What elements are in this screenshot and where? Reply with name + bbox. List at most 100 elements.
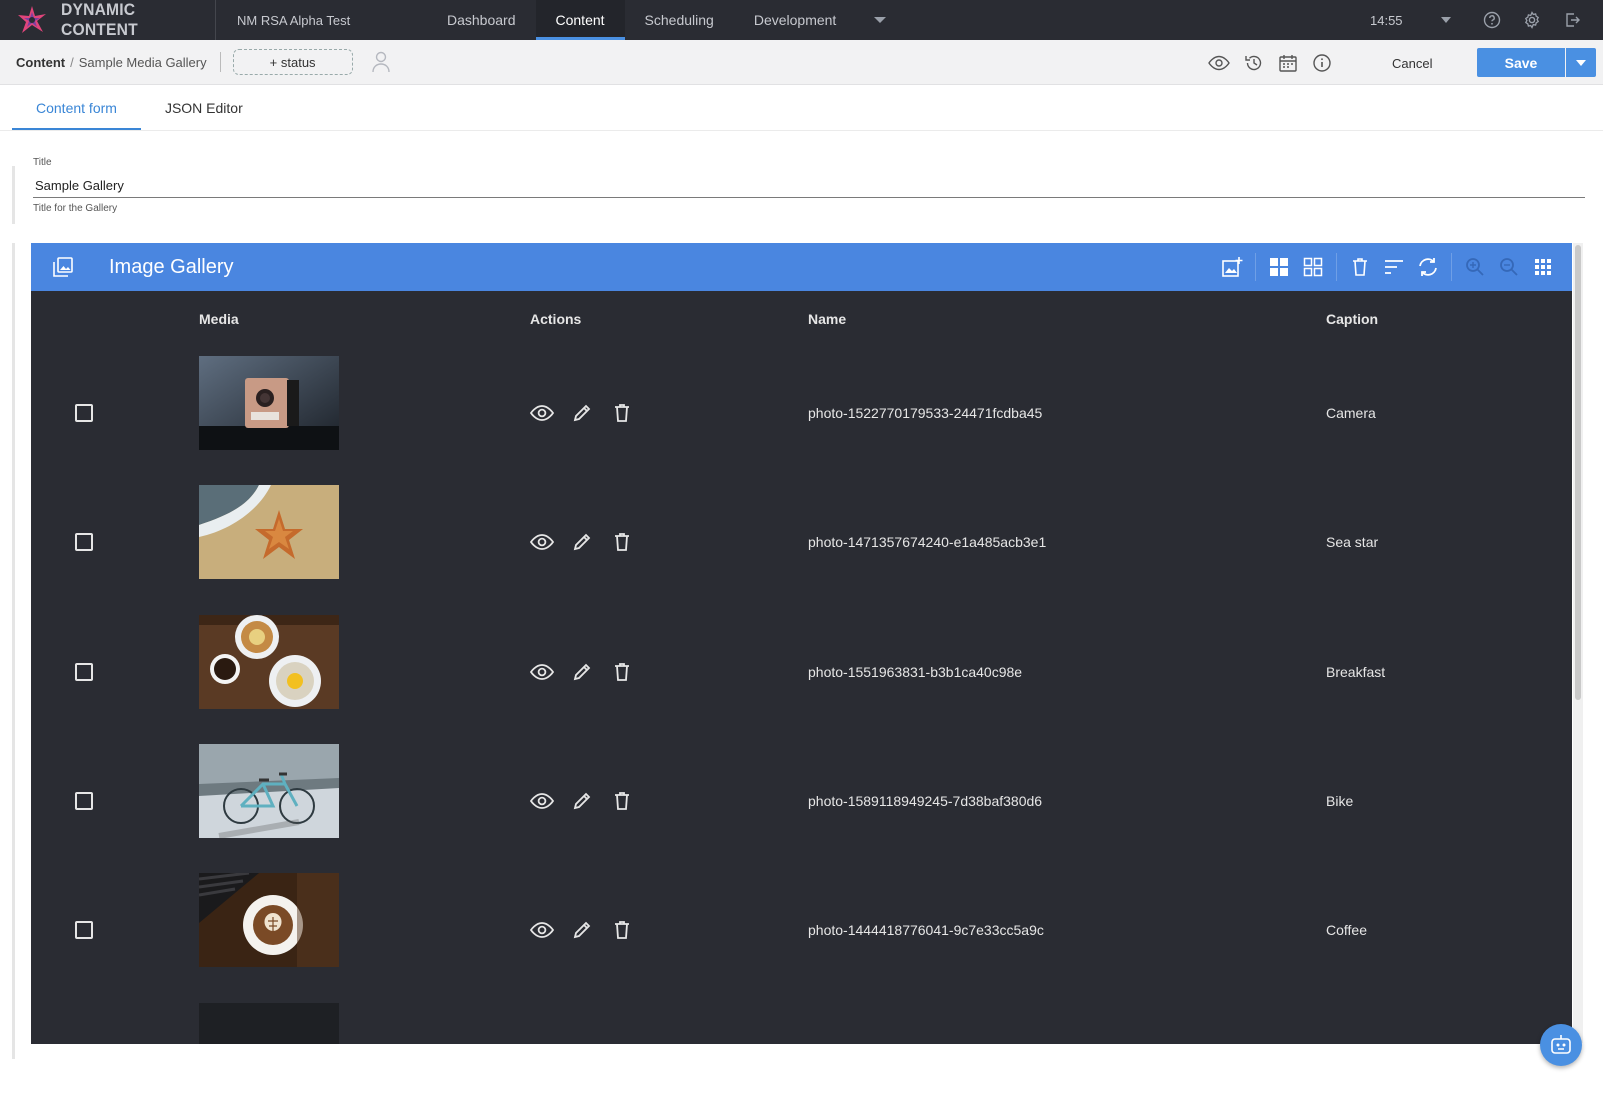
info-icon[interactable] — [1312, 53, 1332, 73]
zoom-in-icon[interactable] — [1458, 243, 1492, 291]
clock-dropdown[interactable]: 14:55 — [1370, 0, 1451, 40]
breadcrumb-root[interactable]: Content — [16, 55, 65, 70]
row-actions — [530, 918, 634, 942]
small-grid-icon[interactable] — [1296, 243, 1330, 291]
app-logo[interactable]: DYNAMIC CONTENT — [0, 0, 216, 40]
row-actions — [530, 660, 634, 684]
row-actions — [530, 530, 634, 554]
media-name: photo-1444418776041-9c7e33cc5a9c — [808, 922, 1044, 939]
row-actions — [530, 789, 634, 813]
media-thumbnail[interactable] — [199, 356, 339, 450]
table-row: photo-1589118949245-7d38baf380d6 Bike — [31, 737, 1572, 869]
trash-icon[interactable] — [610, 789, 634, 813]
pencil-icon[interactable] — [570, 401, 594, 425]
divider — [219, 52, 221, 72]
cancel-button[interactable]: Cancel — [1392, 50, 1432, 76]
column-header-actions: Actions — [530, 311, 582, 327]
gallery-toolbar — [1215, 243, 1572, 291]
large-grid-icon[interactable] — [1262, 243, 1296, 291]
chevron-down-icon — [1440, 17, 1451, 23]
row-checkbox[interactable] — [75, 404, 93, 422]
image-gallery: Image Gallery Media Actions Name Caption… — [31, 243, 1572, 1044]
scrollbar[interactable] — [1573, 243, 1583, 1043]
gallery-header: Image Gallery — [31, 243, 1572, 291]
nav-scheduling[interactable]: Scheduling — [625, 0, 734, 40]
title-field[interactable] — [33, 174, 1585, 198]
row-checkbox[interactable] — [75, 921, 93, 940]
pencil-icon[interactable] — [570, 660, 594, 684]
nav-dashboard[interactable]: Dashboard — [427, 0, 536, 40]
media-name: photo-1522770179533-24471fcdba45 — [808, 405, 1043, 421]
logo-icon — [16, 4, 48, 36]
eye-icon[interactable] — [530, 660, 554, 684]
pencil-icon[interactable] — [570, 530, 594, 554]
hub-name[interactable]: NM RSA Alpha Test — [237, 13, 427, 28]
media-thumbnail[interactable] — [199, 485, 339, 580]
add-status-button[interactable]: + status — [232, 49, 353, 75]
media-caption: Camera — [1326, 405, 1376, 421]
sync-icon[interactable] — [1411, 243, 1445, 291]
media-caption: Sea star — [1326, 534, 1379, 551]
nav-content[interactable]: Content — [535, 0, 625, 40]
table-row: photo-1471357674240-e1a485acb3e1 Sea star — [31, 478, 1572, 610]
pencil-icon[interactable] — [570, 789, 594, 813]
eye-icon[interactable] — [530, 789, 554, 813]
tab-json-editor[interactable]: JSON Editor — [141, 86, 267, 130]
field-rail — [12, 166, 15, 224]
row-checkbox[interactable] — [75, 791, 93, 810]
title-field-help: Title for the Gallery — [33, 203, 118, 214]
bot-icon — [1549, 1033, 1573, 1057]
assistant-button[interactable] — [1540, 1024, 1582, 1066]
save-button[interactable]: Save — [1477, 48, 1565, 77]
media-caption: Breakfast — [1326, 663, 1386, 680]
form-tabs: Content form JSON Editor — [12, 86, 267, 130]
save-options-button[interactable] — [1566, 48, 1596, 77]
media-thumbnail[interactable] — [199, 614, 339, 709]
assignee-icon[interactable] — [371, 51, 391, 73]
media-name: photo-1589118949245-7d38baf380d6 — [808, 792, 1043, 809]
delete-icon[interactable] — [1343, 243, 1377, 291]
trash-icon[interactable] — [610, 660, 634, 684]
history-icon[interactable] — [1244, 53, 1264, 73]
table-header: Media Actions Name Caption — [31, 291, 1572, 349]
trash-icon[interactable] — [610, 530, 634, 554]
row-actions — [530, 401, 634, 425]
table-row: photo-1444418776041-9c7e33cc5a9c Coffee — [31, 866, 1572, 998]
pencil-icon[interactable] — [570, 918, 594, 942]
top-navbar: DYNAMIC CONTENT NM RSA Alpha Test Dashbo… — [0, 0, 1603, 40]
media-thumbnail[interactable] — [199, 873, 339, 968]
add-image-icon[interactable] — [1215, 243, 1249, 291]
sort-icon[interactable] — [1377, 243, 1411, 291]
apps-grid-icon[interactable] — [1526, 243, 1560, 291]
clock-time: 14:55 — [1370, 12, 1403, 28]
development-dropdown[interactable]: Development — [734, 0, 907, 40]
divider — [1255, 253, 1256, 281]
zoom-out-icon[interactable] — [1492, 243, 1526, 291]
row-checkbox[interactable] — [75, 662, 93, 681]
field-rail — [12, 243, 15, 1059]
development-label: Development — [753, 12, 837, 28]
eye-icon[interactable] — [1208, 55, 1230, 71]
media-thumbnail[interactable] — [199, 743, 339, 838]
eye-icon[interactable] — [530, 401, 554, 425]
logout-icon[interactable] — [1561, 9, 1583, 31]
media-thumbnail[interactable] — [199, 1002, 339, 1044]
table-row: photo-1522770179533-24471fcdba45 Camera — [31, 349, 1572, 481]
trash-icon[interactable] — [610, 918, 634, 942]
eye-icon[interactable] — [530, 530, 554, 554]
media-name: photo-1551963831-b3b1ca40c98e — [808, 663, 1023, 680]
eye-icon[interactable] — [530, 918, 554, 942]
media-caption: Coffee — [1326, 922, 1367, 939]
media-caption: Bike — [1326, 792, 1354, 809]
divider — [1451, 253, 1452, 281]
calendar-icon[interactable] — [1278, 53, 1298, 73]
content-toolbar: Content / Sample Media Gallery + status … — [0, 40, 1603, 85]
trash-icon[interactable] — [610, 401, 634, 425]
breadcrumb-separator: / — [70, 54, 74, 70]
gear-icon[interactable] — [1521, 9, 1543, 31]
column-header-caption: Caption — [1326, 311, 1379, 327]
tab-content-form[interactable]: Content form — [12, 86, 141, 130]
scrollbar-thumb[interactable] — [1575, 245, 1581, 700]
row-checkbox[interactable] — [75, 533, 93, 552]
help-icon[interactable] — [1481, 9, 1503, 31]
